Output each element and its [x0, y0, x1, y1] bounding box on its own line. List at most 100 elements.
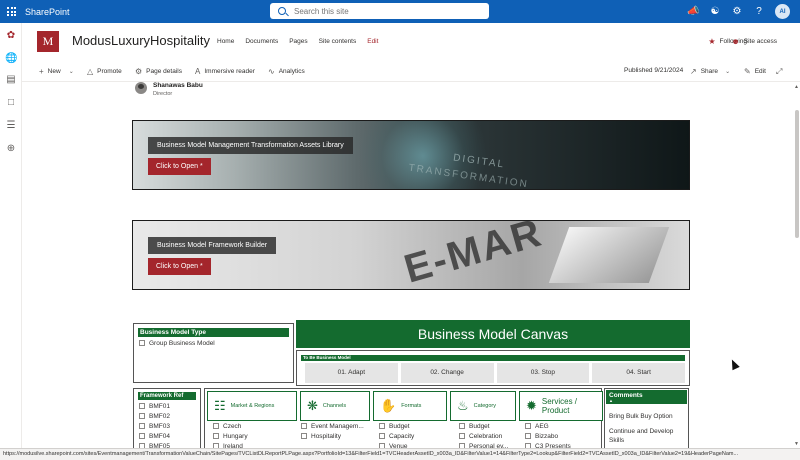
analytics-label: Analytics	[278, 68, 305, 75]
new-button[interactable]: + New ⌄	[39, 67, 74, 76]
framework-ref-item[interactable]: BMF02	[139, 413, 170, 420]
browser-status-bar: https://modusilve.sharepoint.com/sites/E…	[0, 448, 800, 460]
comments-title: Comments	[609, 392, 643, 399]
category-header[interactable]: ♨ Category	[450, 391, 516, 421]
category-item[interactable]: Celebration	[459, 433, 502, 440]
star-icon: ★	[708, 37, 716, 46]
edit-label: Edit	[754, 68, 766, 75]
group-business-model-option[interactable]: Group Business Model	[139, 340, 215, 347]
new-label: New	[47, 68, 61, 75]
help-icon[interactable]: ?	[753, 6, 765, 17]
category-item[interactable]: Budget	[459, 423, 490, 430]
published-label: Published 9/21/2024	[624, 67, 684, 74]
services-icon: ✹	[526, 398, 537, 413]
app-bar: ✿ 🌐 ▤ □ ☰ ⊕	[0, 23, 22, 460]
home-icon[interactable]: ✿	[5, 30, 17, 42]
app-launcher-icon[interactable]	[0, 0, 23, 23]
user-avatar[interactable]: AI	[775, 4, 790, 19]
checkbox[interactable]	[525, 433, 531, 440]
nav-documents[interactable]: Documents	[245, 38, 278, 45]
channels-header[interactable]: ❋ Channels	[300, 391, 370, 421]
checkbox[interactable]	[139, 403, 145, 410]
to-be-business-model-panel: To Be Business Model 01. Adapt 02. Chang…	[296, 350, 690, 386]
settings-icon[interactable]: ⚙	[731, 6, 743, 17]
create-icon[interactable]: ⊕	[5, 143, 17, 155]
mouse-cursor-icon	[728, 357, 740, 371]
share-label: Share	[700, 68, 719, 75]
format-item[interactable]: Budget	[379, 423, 410, 430]
service-item[interactable]: AEG	[525, 423, 549, 430]
open-assets-library-button[interactable]: Click to Open *	[148, 158, 211, 175]
formats-header[interactable]: ✋ Formats	[373, 391, 447, 421]
checkbox[interactable]	[459, 423, 465, 430]
nav-pages[interactable]: Pages	[289, 38, 307, 45]
scroll-down-icon[interactable]: ▼	[794, 441, 799, 447]
site-search-box[interactable]	[270, 3, 489, 19]
checkbox[interactable]	[213, 423, 219, 430]
checkbox[interactable]	[301, 433, 307, 440]
share-button[interactable]: ↗ Share ⌄	[690, 67, 730, 76]
expand-button[interactable]: ⤢	[776, 67, 782, 77]
item-label: Budget	[469, 423, 490, 430]
item-label: AEG	[535, 423, 549, 430]
checkbox[interactable]	[139, 423, 145, 430]
news-icon[interactable]: ▤	[5, 74, 17, 86]
analytics-button[interactable]: ∿ Analytics	[268, 67, 305, 76]
channel-item[interactable]: Event Managem...	[301, 423, 364, 430]
format-item[interactable]: Capacity	[379, 433, 414, 440]
lists-icon[interactable]: ☰	[5, 120, 17, 132]
item-label: Budget	[389, 423, 410, 430]
site-title[interactable]: ModusLuxuryHospitality	[72, 33, 210, 48]
market-item[interactable]: Hungary	[213, 433, 248, 440]
checkbox[interactable]	[139, 433, 145, 440]
item-label: Czech	[223, 423, 242, 430]
search-input[interactable]	[294, 6, 474, 16]
author-name[interactable]: Shanawas Babu	[153, 82, 203, 89]
comments-header[interactable]: Comments ▲	[606, 390, 687, 404]
market-regions-header[interactable]: ☷ Market & Regions	[207, 391, 297, 421]
category-label: Services / Product	[541, 397, 578, 415]
item-label: Bizzabo	[535, 433, 559, 440]
checkbox[interactable]	[139, 340, 145, 347]
site-access-button[interactable]: ☻ Site access	[731, 37, 777, 46]
checkbox[interactable]	[525, 423, 531, 430]
item-label: BMF03	[149, 423, 170, 430]
share-icon[interactable]: ☯	[709, 6, 721, 17]
globe-icon[interactable]: 🌐	[5, 53, 17, 65]
checkbox[interactable]	[379, 423, 385, 430]
page-details-button[interactable]: ⚙ Page details	[135, 67, 182, 76]
immersive-reader-button[interactable]: A Immersive reader	[195, 67, 255, 76]
framework-ref-item[interactable]: BMF04	[139, 433, 170, 440]
open-framework-builder-button[interactable]: Click to Open *	[148, 258, 211, 275]
promote-button[interactable]: △ Promote	[87, 67, 122, 76]
channel-item[interactable]: Hospitality	[301, 433, 341, 440]
services-product-header[interactable]: ✹ Services / Product	[519, 391, 603, 421]
checkbox[interactable]	[301, 423, 307, 430]
scrollbar-thumb[interactable]	[795, 110, 799, 238]
edit-button[interactable]: ✎ Edit	[744, 67, 766, 76]
banner-label: Business Model Framework Builder	[148, 237, 277, 254]
stage-stop[interactable]: 03. Stop	[496, 363, 590, 383]
site-logo[interactable]: M	[37, 31, 59, 52]
nav-edit[interactable]: Edit	[367, 38, 378, 45]
framework-ref-item[interactable]: BMF01	[139, 403, 170, 410]
stage-change[interactable]: 02. Change	[400, 363, 494, 383]
stage-adapt[interactable]: 01. Adapt	[305, 363, 398, 383]
megaphone-icon[interactable]: 📣	[687, 6, 699, 17]
nav-home[interactable]: Home	[217, 38, 234, 45]
sharepoint-brand-link[interactable]: SharePoint	[25, 7, 70, 17]
framework-ref-item[interactable]: BMF03	[139, 423, 170, 430]
scroll-up-icon[interactable]: ▲	[794, 84, 799, 90]
checkbox[interactable]	[139, 413, 145, 420]
comment-item[interactable]: Bring Bulk Buy Option	[609, 412, 687, 421]
checkbox[interactable]	[213, 433, 219, 440]
stage-start[interactable]: 04. Start	[592, 363, 685, 383]
market-item[interactable]: Czech	[213, 423, 241, 430]
files-icon[interactable]: □	[5, 97, 17, 109]
service-item[interactable]: Bizzabo	[525, 433, 558, 440]
comment-item[interactable]: Continue and Develop Skills	[609, 427, 687, 445]
checkbox[interactable]	[459, 433, 465, 440]
author-avatar[interactable]	[135, 82, 147, 94]
nav-site-contents[interactable]: Site contents	[319, 38, 357, 45]
checkbox[interactable]	[379, 433, 385, 440]
